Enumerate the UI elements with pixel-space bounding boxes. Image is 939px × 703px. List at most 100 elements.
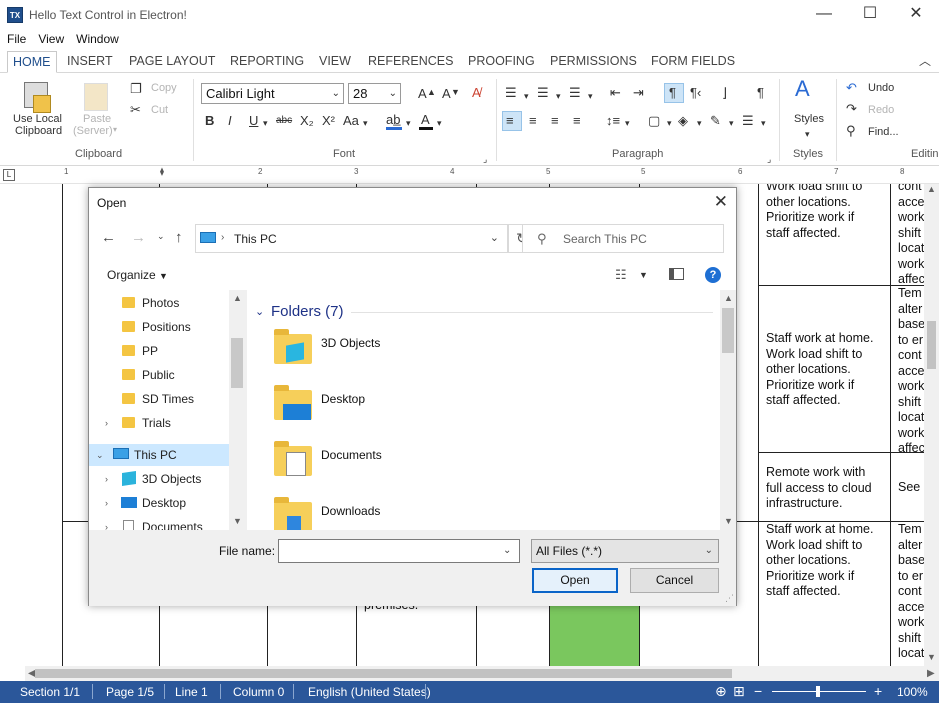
use-local-clipboard-label2[interactable]: Clipboard	[15, 125, 62, 137]
borders-icon[interactable]: ▢	[648, 113, 660, 129]
scroll-thumb[interactable]	[231, 338, 243, 388]
border-width-icon[interactable]: ☰	[742, 113, 754, 129]
chevron-down-icon[interactable]: ▼	[927, 652, 936, 662]
paste-dropdown-icon[interactable]: ▾	[113, 125, 117, 134]
search-input[interactable]: ⚲ Search This PC	[522, 224, 724, 253]
cancel-button[interactable]: Cancel	[630, 568, 719, 593]
collapse-group-icon[interactable]: ⌄	[255, 305, 264, 318]
chevron-right-icon[interactable]: ›	[105, 492, 108, 514]
fit-page-icon[interactable]: ⊕	[715, 683, 727, 700]
cut-button[interactable]: Cut	[151, 104, 168, 116]
font-color-dropdown-icon[interactable]: ▾	[437, 115, 442, 131]
nav-item-desktop[interactable]: › Desktop	[89, 492, 229, 514]
grow-font-button[interactable]: A	[418, 86, 427, 102]
bullets-icon[interactable]: ☰	[505, 85, 517, 101]
preview-pane-icon[interactable]	[669, 268, 684, 280]
zoom-out-button[interactable]: −	[754, 683, 762, 699]
bullets-dropdown-icon[interactable]: ▾	[524, 88, 529, 104]
find-button[interactable]: Find...	[868, 126, 899, 138]
chevron-right-icon[interactable]: ›	[105, 516, 108, 530]
help-icon[interactable]: ?	[705, 267, 721, 283]
strikethrough-button[interactable]: abc	[276, 113, 292, 129]
change-case-button[interactable]: Aa	[343, 113, 359, 129]
line-spacing-dropdown-icon[interactable]: ▾	[625, 115, 630, 131]
tab-insert[interactable]: INSERT	[62, 51, 118, 73]
downloads-folder-icon[interactable]	[274, 497, 312, 530]
highlight-icon[interactable]: ab̲	[386, 112, 400, 128]
chevron-right-icon[interactable]: ›	[105, 412, 108, 434]
recent-locations-icon[interactable]: ⌄	[157, 231, 165, 242]
border-color-icon[interactable]: ✎	[710, 113, 721, 129]
nav-item-public[interactable]: Public	[89, 364, 229, 386]
multilevel-dropdown-icon[interactable]: ▾	[588, 88, 593, 104]
change-case-dropdown-icon[interactable]: ▾	[363, 115, 368, 131]
forward-arrow-icon[interactable]: →	[131, 229, 146, 246]
3d-objects-folder-icon[interactable]	[274, 329, 312, 364]
ruler-indent-marker-icon[interactable]: ⧫	[160, 167, 164, 176]
keep-together-icon[interactable]: ⌋	[722, 85, 727, 101]
chevron-down-icon[interactable]: ▼	[233, 516, 242, 526]
chevron-down-icon[interactable]: ⌄	[96, 444, 104, 466]
undo-icon[interactable]: ↶	[846, 80, 857, 96]
font-color-icon[interactable]: A	[421, 112, 430, 128]
shrink-font-button[interactable]: A	[442, 86, 451, 102]
maximize-button[interactable]: ☐	[847, 0, 893, 30]
navigation-pane[interactable]: Photos Positions PP Public SD Times › Tri…	[89, 290, 245, 530]
border-color-dropdown-icon[interactable]: ▾	[729, 115, 734, 131]
menu-window[interactable]: Window	[70, 30, 125, 48]
tab-references[interactable]: REFERENCES	[363, 51, 458, 73]
up-arrow-icon[interactable]: ↑	[175, 229, 183, 246]
copy-button[interactable]: Copy	[151, 82, 177, 94]
open-button[interactable]: Open	[532, 568, 618, 593]
nav-item-trials[interactable]: › Trials	[89, 412, 229, 434]
view-options-icon[interactable]: ☷	[615, 267, 627, 283]
tab-home[interactable]: HOME	[7, 51, 57, 75]
styles-dropdown-icon[interactable]: ▾	[805, 126, 810, 142]
folder-item-3d-objects[interactable]: 3D Objects	[321, 336, 380, 350]
right-to-left-icon[interactable]: ¶‹	[690, 85, 701, 101]
organize-button[interactable]: Organize ▼	[107, 268, 168, 282]
undo-button[interactable]: Undo	[868, 82, 894, 94]
status-language[interactable]: English (United States)	[308, 685, 431, 699]
scroll-thumb[interactable]	[927, 321, 936, 369]
chevron-up-icon[interactable]: ▲	[233, 293, 242, 303]
border-width-dropdown-icon[interactable]: ▾	[761, 115, 766, 131]
line-spacing-icon[interactable]: ↕≡	[606, 113, 620, 129]
resize-grip-icon[interactable]: ⋰	[725, 593, 734, 604]
folder-item-documents[interactable]: Documents	[321, 448, 382, 462]
zoom-slider-thumb[interactable]	[816, 686, 820, 697]
align-center-icon[interactable]: ≡	[529, 113, 537, 129]
zoom-in-button[interactable]: +	[874, 683, 882, 699]
fit-width-icon[interactable]: ⊞	[733, 683, 745, 700]
numbering-dropdown-icon[interactable]: ▾	[556, 88, 561, 104]
scroll-thumb[interactable]	[722, 308, 734, 353]
tab-reporting[interactable]: REPORTING	[225, 51, 309, 73]
view-dropdown-icon[interactable]: ▼	[639, 270, 648, 280]
address-bar[interactable]: › This PC ⌄	[195, 224, 508, 253]
file-list-scrollbar[interactable]: ▲ ▼	[720, 290, 736, 530]
underline-dropdown-icon[interactable]: ▾	[263, 115, 268, 131]
multilevel-list-icon[interactable]: ☰	[569, 85, 581, 101]
scroll-thumb[interactable]	[35, 669, 732, 678]
styles-icon[interactable]: A	[795, 78, 810, 100]
superscript-button[interactable]: X²	[322, 113, 335, 129]
bold-button[interactable]: B	[205, 113, 214, 129]
folder-item-desktop[interactable]: Desktop	[321, 392, 365, 406]
chevron-down-icon[interactable]: ⌄	[490, 231, 499, 244]
find-icon[interactable]: ⚲	[846, 123, 856, 139]
minimize-button[interactable]: —	[801, 0, 847, 30]
tab-page-layout[interactable]: PAGE LAYOUT	[124, 51, 220, 73]
file-type-select[interactable]: All Files (*.*) ⌄	[531, 539, 719, 563]
font-family-select[interactable]: Calibri Light ⌄	[201, 83, 344, 104]
nav-item-3d-objects[interactable]: › 3D Objects	[89, 468, 229, 490]
menu-file[interactable]: File	[0, 30, 32, 48]
documents-folder-icon[interactable]	[274, 441, 312, 476]
shading-dropdown-icon[interactable]: ▾	[697, 115, 702, 131]
dialog-close-button[interactable]: ✕	[714, 192, 728, 212]
nav-item-photos[interactable]: Photos	[89, 292, 229, 314]
navigation-scrollbar[interactable]: ▲ ▼	[229, 290, 245, 530]
chevron-down-icon[interactable]: ▼	[724, 516, 733, 526]
show-formatting-icon[interactable]: ¶	[757, 85, 764, 101]
chevron-up-icon[interactable]: ▲	[927, 184, 936, 194]
styles-button[interactable]: Styles	[794, 113, 824, 125]
